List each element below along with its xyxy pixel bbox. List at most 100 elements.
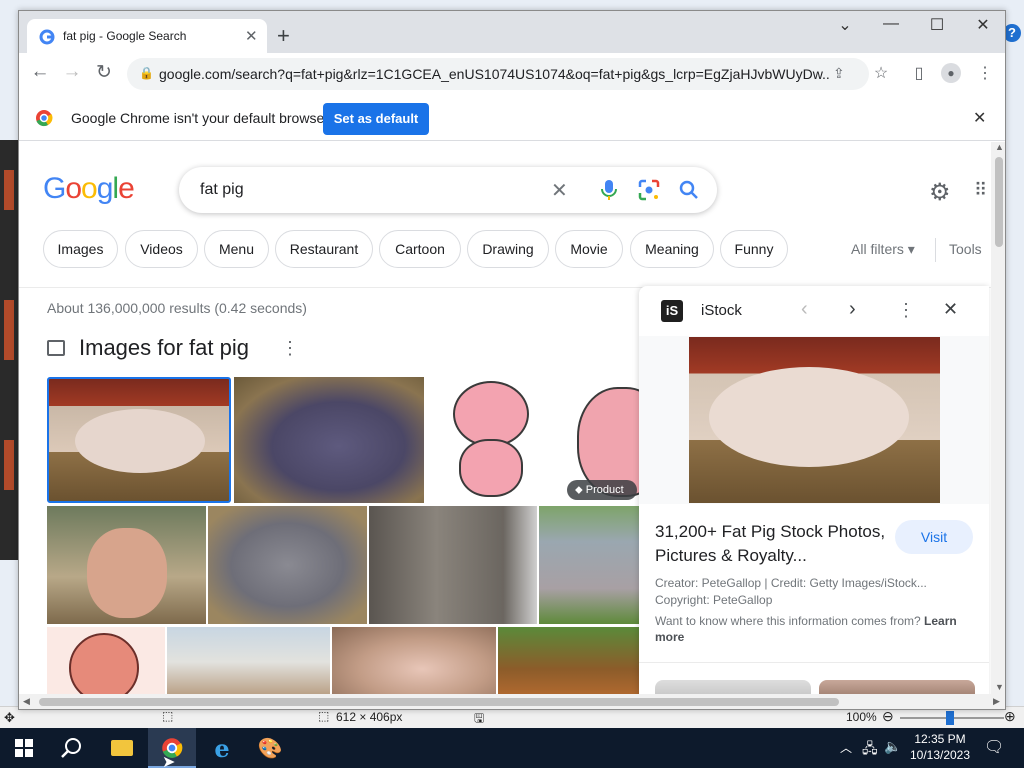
images-section-heading[interactable]: Images for fat pig	[79, 335, 249, 361]
settings-gear-icon[interactable]: ⚙	[929, 178, 951, 207]
close-tab-icon[interactable]: ✕	[245, 27, 258, 45]
image-result-pig-3[interactable]	[425, 377, 562, 503]
lens-search-icon[interactable]	[638, 179, 660, 201]
panel-more-icon[interactable]: ⋮	[897, 300, 915, 321]
mouse-cursor-icon: ➤	[162, 754, 176, 771]
all-filters-button[interactable]: All filters ▾	[851, 241, 915, 258]
search-box[interactable]: fat pig ✕	[179, 167, 717, 213]
image-result-pig-9[interactable]	[47, 627, 165, 694]
chrome-logo-icon	[36, 110, 53, 127]
internet-explorer-button[interactable]: e	[198, 728, 246, 768]
notifications-icon[interactable]: 🗨	[984, 737, 1004, 757]
network-icon[interactable]: 🖧	[862, 738, 878, 762]
new-tab-icon[interactable]: +	[277, 23, 290, 49]
image-result-pig-12[interactable]	[498, 627, 643, 694]
chip-drawing[interactable]: Drawing	[467, 230, 549, 268]
image-result-pig-8[interactable]	[539, 506, 643, 624]
panel-preview-image[interactable]	[689, 337, 940, 503]
file-explorer-button[interactable]	[98, 728, 146, 768]
all-filters-label: All filters	[851, 241, 904, 257]
clear-search-icon[interactable]: ✕	[551, 178, 568, 203]
chip-meaning[interactable]: Meaning	[630, 230, 714, 268]
zoom-slider-thumb[interactable]	[946, 711, 954, 725]
related-image-1[interactable]	[655, 680, 811, 694]
chip-movie[interactable]: Movie	[555, 230, 623, 268]
image-size-icon: ⬚	[318, 709, 330, 723]
bookmark-star-icon[interactable]: ☆	[869, 63, 893, 83]
horizontal-scroll-thumb[interactable]	[39, 698, 839, 706]
url-text[interactable]: google.com/search?q=fat+pig&rlz=1C1GCEA_…	[159, 66, 829, 82]
back-icon[interactable]: ←	[27, 61, 53, 83]
more-options-icon[interactable]: ⋮	[281, 338, 299, 359]
image-result-pig-7[interactable]	[369, 506, 537, 624]
chip-images[interactable]: Images	[43, 230, 118, 268]
toolbar: ← → ↻ 🔒 google.com/search?q=fat+pig&rlz=…	[19, 53, 1005, 95]
paint-taskbar-button[interactable]: 🎨	[246, 728, 294, 768]
chip-videos[interactable]: Videos	[125, 230, 198, 268]
tab-google-search[interactable]: fat pig - Google Search ✕	[27, 19, 267, 53]
next-image-icon[interactable]: ›	[849, 298, 856, 321]
set-as-default-button[interactable]: Set as default	[323, 103, 429, 135]
zoom-out-icon[interactable]: ⊖	[882, 708, 894, 725]
panel-source-name[interactable]: iStock	[701, 302, 742, 319]
image-result-pig-6[interactable]	[208, 506, 367, 624]
vertical-scroll-thumb[interactable]	[995, 157, 1003, 247]
scroll-right-arrow-icon[interactable]: ▶	[993, 696, 1000, 707]
panel-copyright: Copyright: PeteGallop	[655, 593, 773, 607]
chip-cartoon[interactable]: Cartoon	[379, 230, 461, 268]
share-icon[interactable]: ⇪	[833, 65, 845, 82]
search-icon[interactable]	[679, 180, 699, 200]
paint-canvas-strip	[0, 140, 18, 560]
move-icon: ✥	[4, 710, 15, 725]
clock-time: 12:35 PM	[914, 732, 966, 746]
volume-icon[interactable]: 🔈	[884, 738, 901, 755]
profile-avatar-icon[interactable]: ●	[939, 63, 963, 83]
filters-divider	[935, 238, 936, 262]
chrome-menu-icon[interactable]: ⋮	[973, 63, 997, 83]
scroll-down-arrow-icon[interactable]: ▼	[995, 682, 1004, 692]
tray-overflow-icon[interactable]: ︿	[840, 739, 852, 756]
close-panel-icon[interactable]: ✕	[943, 299, 958, 320]
side-panel-icon[interactable]: ▯	[907, 63, 931, 83]
product-badge-label: Product	[585, 484, 624, 496]
address-bar[interactable]: 🔒 google.com/search?q=fat+pig&rlz=1C1GCE…	[127, 58, 869, 90]
apps-grid-icon[interactable]: ⠿	[974, 180, 987, 201]
result-stats: About 136,000,000 results (0.42 seconds)	[47, 300, 307, 316]
image-result-pig-2[interactable]	[234, 377, 424, 503]
voice-search-icon[interactable]	[599, 179, 619, 201]
maximize-icon[interactable]: ☐	[917, 15, 957, 35]
selection-icon: ⬚	[162, 709, 174, 723]
image-result-pig-1[interactable]	[47, 377, 231, 503]
system-clock[interactable]: 12:35 PM 10/13/2023	[906, 731, 974, 763]
scroll-left-arrow-icon[interactable]: ◀	[23, 696, 30, 707]
minimize-icon[interactable]: —	[871, 15, 911, 33]
image-result-pig-11[interactable]	[332, 627, 496, 694]
reload-icon[interactable]: ↻	[91, 61, 117, 84]
zoom-in-icon[interactable]: ⊕	[1004, 708, 1016, 725]
taskbar-search-button[interactable]	[48, 728, 96, 768]
chip-funny[interactable]: Funny	[720, 230, 788, 268]
forward-icon[interactable]: →	[59, 61, 85, 83]
scroll-up-arrow-icon[interactable]: ▲	[995, 142, 1004, 152]
search-input[interactable]: fat pig	[200, 181, 244, 199]
image-size-text: 612 × 406px	[336, 710, 403, 724]
panel-info-question: Want to know where this information come…	[655, 614, 921, 628]
related-image-2[interactable]	[819, 680, 975, 694]
start-button[interactable]	[0, 728, 48, 768]
chip-menu[interactable]: Menu	[204, 230, 269, 268]
windows-taskbar: ➤ e 🎨 ︿ 🖧 🔈 12:35 PM 10/13/2023 🗨	[0, 728, 1024, 771]
close-window-icon[interactable]: ✕	[963, 15, 1003, 35]
image-result-pig-5[interactable]	[47, 506, 206, 624]
tools-button[interactable]: Tools	[949, 241, 982, 257]
chrome-window: fat pig - Google Search ✕ + ⌄ — ☐ ✕ ← → …	[18, 10, 1006, 710]
visit-button[interactable]: Visit	[895, 520, 973, 554]
lock-icon[interactable]: 🔒	[139, 66, 154, 80]
previous-image-icon[interactable]: ‹	[801, 298, 808, 321]
tab-search-icon[interactable]: ⌄	[825, 15, 865, 35]
image-result-pig-10[interactable]	[167, 627, 330, 694]
close-infobar-icon[interactable]: ✕	[973, 108, 986, 128]
panel-result-title[interactable]: 31,200+ Fat Pig Stock Photos, Pictures &…	[655, 520, 895, 568]
google-logo[interactable]: Google	[43, 172, 135, 206]
chip-restaurant[interactable]: Restaurant	[275, 230, 373, 268]
default-browser-infobar: Google Chrome isn't your default browser…	[19, 95, 1005, 141]
